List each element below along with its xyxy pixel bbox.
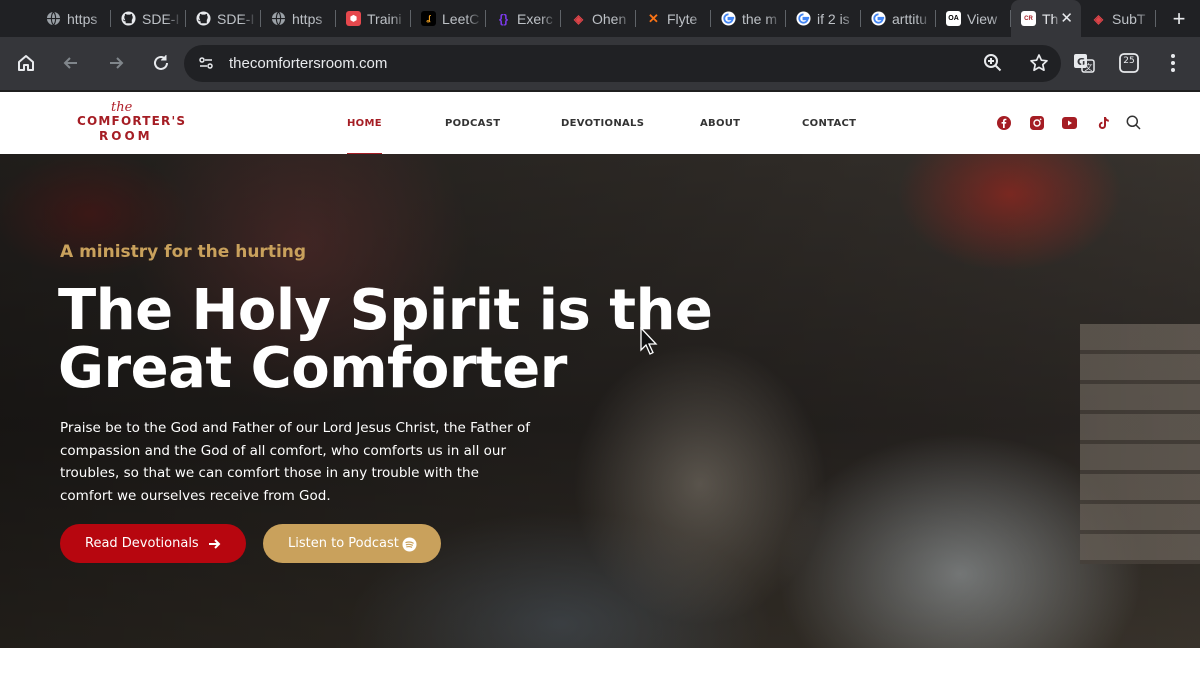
tab-title: the m xyxy=(742,10,778,27)
browser-tab[interactable]: OA View xyxy=(936,0,1011,37)
tab-title: LeetC xyxy=(442,10,480,27)
site-logo[interactable]: the COMFORTER'S ROOM xyxy=(75,98,185,148)
logo-line-1: COMFORTER'S xyxy=(77,114,187,128)
hero-heading-line-1: The Holy Spirit is the xyxy=(58,278,713,343)
tab-title: SubT xyxy=(1112,10,1146,27)
exercism-icon: {} xyxy=(498,11,509,26)
globe-icon xyxy=(46,11,61,26)
instagram-icon[interactable] xyxy=(1029,115,1044,130)
site-header: the COMFORTER'S ROOM HOME PODCAST DEVOTI… xyxy=(0,90,1200,155)
read-devotionals-label: Read Devotionals xyxy=(85,536,199,551)
svg-text:文: 文 xyxy=(1085,62,1093,72)
page-content-below xyxy=(0,648,1200,675)
browser-tab[interactable]: https xyxy=(36,0,111,37)
google-icon xyxy=(871,11,886,26)
nav-home[interactable]: HOME xyxy=(347,92,382,155)
browser-tab[interactable]: ⬢ Traini xyxy=(336,0,411,37)
close-tab-icon[interactable]: ✕ xyxy=(1060,9,1073,27)
tab-title: SDE-I xyxy=(142,10,180,27)
browser-tab[interactable]: if 2 is xyxy=(786,0,861,37)
hero-heading-line-2: Great Comforter xyxy=(58,336,567,401)
hero-eyebrow: A ministry for the hurting xyxy=(60,242,307,262)
browser-tab[interactable]: SDE-I xyxy=(186,0,261,37)
github-icon xyxy=(121,11,136,26)
arrow-right-icon xyxy=(206,536,222,552)
globe-icon xyxy=(271,11,286,26)
tab-title: if 2 is xyxy=(817,10,850,27)
youtube-icon[interactable] xyxy=(1062,115,1077,130)
browser-tab[interactable]: ◈ Ohen xyxy=(561,0,636,37)
tab-title: https xyxy=(292,10,323,27)
bookmark-star-icon[interactable] xyxy=(1029,53,1049,73)
url-text: thecomfortersroom.com xyxy=(229,55,388,72)
tab-title: Flyte xyxy=(667,10,698,27)
logo-line-2: ROOM xyxy=(99,129,153,143)
github-icon xyxy=(196,11,211,26)
hero-heading: The Holy Spirit is the Great Comforter xyxy=(58,282,858,398)
new-tab-button[interactable]: + xyxy=(1164,0,1194,37)
google-icon xyxy=(796,11,811,26)
listen-to-podcast-label: Listen to Podcast xyxy=(288,536,399,551)
browser-toolbar: thecomfortersroom.com G文 25 xyxy=(0,37,1200,90)
translate-icon[interactable]: G文 xyxy=(1072,51,1096,75)
read-devotionals-button[interactable]: Read Devotionals xyxy=(60,524,246,563)
reload-icon[interactable] xyxy=(149,51,173,75)
x-logo-icon: ✕ xyxy=(648,10,659,26)
browser-tab[interactable]: ✕ Flyte xyxy=(636,0,711,37)
extension-badge: 25 xyxy=(1123,56,1135,66)
browser-tab[interactable]: {} Exerc xyxy=(486,0,561,37)
browser-tab[interactable]: ◈ SubT xyxy=(1081,0,1156,37)
extension-icon[interactable]: 25 xyxy=(1117,51,1141,75)
nav-contact[interactable]: CONTACT xyxy=(802,92,856,154)
zoom-icon[interactable] xyxy=(983,53,1003,73)
search-icon[interactable] xyxy=(1126,115,1141,130)
nav-podcast[interactable]: PODCAST xyxy=(445,92,500,154)
hero-overlay xyxy=(0,154,1200,648)
back-icon[interactable] xyxy=(59,51,83,75)
nav-devotionals[interactable]: DEVOTIONALS xyxy=(561,92,644,154)
spotify-icon xyxy=(401,536,417,552)
browser-tab[interactable]: the m xyxy=(711,0,786,37)
browser-menu-icon[interactable] xyxy=(1161,51,1185,75)
mouse-cursor-icon xyxy=(640,326,660,357)
hexagon-icon: ⬢ xyxy=(346,11,361,26)
logo-script: the xyxy=(111,100,133,115)
browser-tab-strip: https SDE-I SDE-I https ⬢ Traini ʆ LeetC… xyxy=(0,0,1200,37)
browser-tab[interactable]: arttitu xyxy=(861,0,936,37)
browser-tab[interactable]: SDE-I xyxy=(111,0,186,37)
openai-icon: OA xyxy=(946,11,961,26)
facebook-icon[interactable] xyxy=(996,115,1011,130)
listen-to-podcast-button[interactable]: Listen to Podcast xyxy=(263,524,441,563)
google-icon xyxy=(721,11,736,26)
laravel-icon: ◈ xyxy=(573,11,584,26)
address-bar[interactable]: thecomfortersroom.com xyxy=(184,45,1061,82)
home-icon[interactable] xyxy=(14,51,38,75)
forward-icon[interactable] xyxy=(104,51,128,75)
browser-tab-active[interactable]: CR Th ✕ xyxy=(1011,0,1081,37)
nav-about[interactable]: ABOUT xyxy=(700,92,740,154)
tab-title: https xyxy=(67,10,98,27)
browser-tab[interactable]: ʆ LeetC xyxy=(411,0,486,37)
tab-title: View xyxy=(967,10,998,27)
tab-title: Ohen xyxy=(592,10,627,27)
site-favicon-icon: CR xyxy=(1021,11,1036,26)
leetcode-icon: ʆ xyxy=(421,11,436,26)
browser-tab[interactable]: https xyxy=(261,0,336,37)
tiktok-icon[interactable] xyxy=(1096,115,1111,130)
tab-title: Exerc xyxy=(517,10,553,27)
hero-section: A ministry for the hurting The Holy Spir… xyxy=(0,154,1200,648)
hero-paragraph: Praise be to the God and Father of our L… xyxy=(60,420,530,504)
tab-title: SDE-I xyxy=(217,10,255,27)
tab-title: arttitu xyxy=(892,10,928,27)
laravel-icon: ◈ xyxy=(1093,11,1104,26)
tab-title: Th xyxy=(1042,10,1059,27)
site-settings-icon[interactable] xyxy=(196,53,216,73)
tab-title: Traini xyxy=(367,10,402,27)
